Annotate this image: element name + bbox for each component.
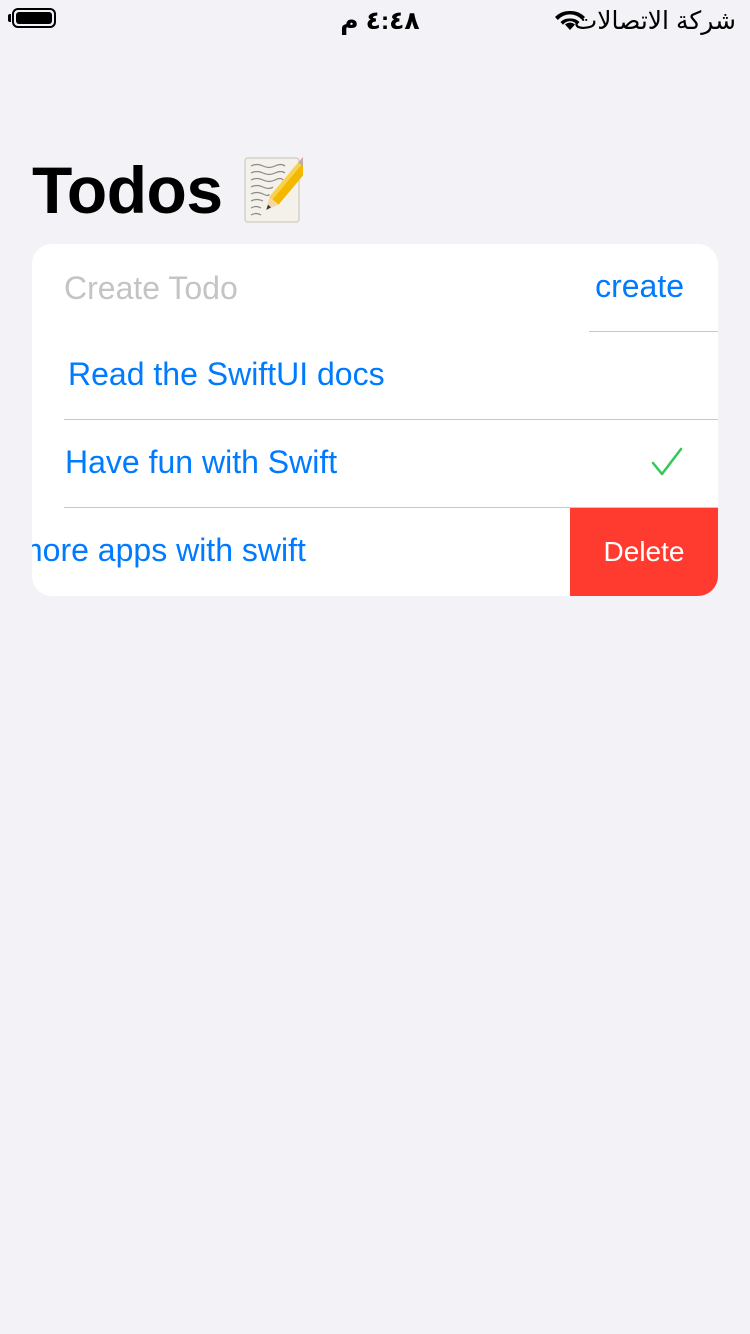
page-header: Todos	[32, 150, 303, 230]
create-button[interactable]: create	[595, 268, 684, 305]
battery-nub	[8, 14, 11, 22]
create-todo-row: create	[32, 244, 718, 332]
list-item-swiped[interactable]: more apps with swift Delete	[32, 508, 718, 596]
todo-list: create Read the SwiftUI docs Have fun wi…	[32, 244, 718, 596]
delete-button[interactable]: Delete	[570, 508, 718, 596]
todo-label: Have fun with Swift	[65, 444, 338, 480]
battery-full-icon	[12, 8, 56, 28]
todo-label: Read the SwiftUI docs	[68, 356, 385, 392]
status-time: ٤:٤٨ م	[340, 7, 420, 35]
checkmark-icon	[651, 447, 683, 476]
list-item[interactable]: Read the SwiftUI docs	[32, 332, 718, 420]
carrier-name: شركة الاتصالات	[573, 7, 736, 35]
list-item[interactable]: Have fun with Swift	[32, 420, 718, 508]
status-bar: ٤:٤٨ م شركة الاتصالات	[0, 0, 750, 40]
create-todo-input[interactable]	[64, 266, 564, 310]
app-screen: ٤:٤٨ م شركة الاتصالات Todos Create Todo …	[0, 0, 750, 1334]
page-title: Todos	[32, 153, 223, 227]
memo-pencil-icon	[243, 156, 303, 223]
todo-label: more apps with swift	[32, 532, 306, 568]
